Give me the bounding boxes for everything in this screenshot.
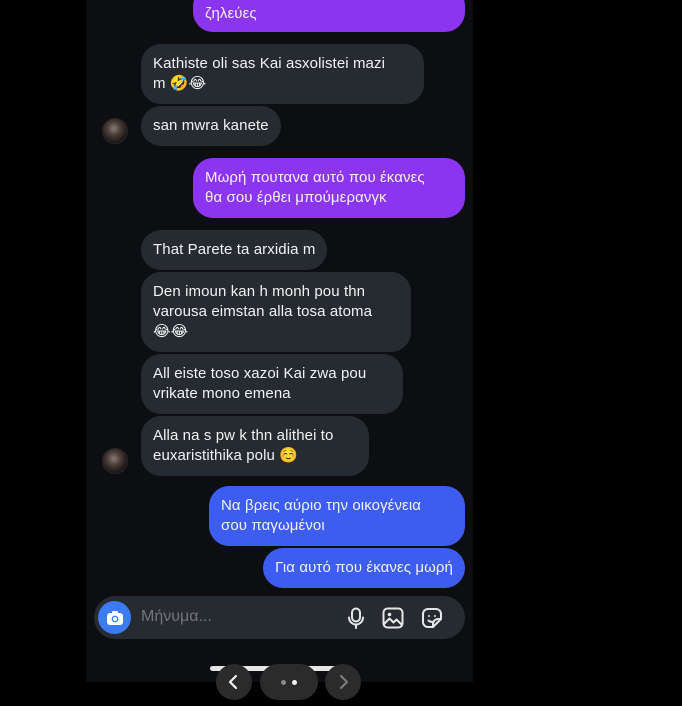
message-outgoing[interactable]: Μωρή πουτανα αυτό που έκανες θα σου έρθε… (193, 158, 465, 218)
camera-button[interactable] (98, 601, 131, 634)
message-text: Για αυτό που έκανες μωρή (275, 559, 453, 576)
message-outgoing[interactable]: ζηλεύες (193, 0, 465, 32)
message-text: Den imoun kan h monh pou thn (153, 283, 366, 300)
message-text: Kathiste oli sas Kai asxolistei mazi (153, 55, 386, 72)
message-outgoing[interactable]: Για αυτό που έκανες μωρή (263, 548, 465, 588)
chat-screen: ζηλεύες Kathiste oli sas Kai asxolistei … (86, 0, 473, 682)
message-text: euxaristithika polu ☺️ (153, 447, 299, 464)
message-text: All eiste toso xazoi Kai zwa pou (153, 365, 367, 382)
sticker-icon[interactable] (420, 606, 444, 630)
camera-icon (106, 610, 123, 625)
message-incoming[interactable]: Kathiste oli sas Kai asxolistei mazi m 🤣… (141, 44, 424, 104)
avatar[interactable] (102, 118, 128, 144)
message-incoming[interactable]: Den imoun kan h monh pou thn varousa eim… (141, 272, 411, 352)
message-incoming[interactable]: That Parete ta arxidia m (141, 230, 328, 270)
page-dot-active (292, 679, 297, 685)
next-button[interactable] (325, 664, 361, 700)
message-text: Μωρή πουτανα αυτό που έκανες (205, 169, 425, 186)
message-text: σου παγωμένοι (221, 517, 325, 534)
message-text: san mwra kanete (153, 117, 269, 134)
message-text: varousa eimstan alla tosa atoma (153, 303, 373, 320)
message-incoming[interactable]: Alla na s pw k thn alithei to euxaristit… (141, 416, 369, 476)
chevron-left-icon (228, 674, 238, 690)
message-composer (94, 596, 465, 639)
message-text: θα σου έρθει μπούμερανγκ (205, 189, 387, 206)
previous-button[interactable] (216, 664, 252, 700)
message-text: m 🤣😂 (153, 75, 207, 92)
message-text: 😂😂 (153, 323, 189, 340)
message-text: Alla na s pw k thn alithei to (153, 427, 334, 444)
chevron-right-icon (339, 674, 349, 690)
message-text: vrikate mono emena (153, 385, 291, 402)
message-incoming[interactable]: san mwra kanete (141, 106, 281, 146)
gallery-icon[interactable] (381, 606, 405, 630)
microphone-icon[interactable] (344, 606, 368, 630)
avatar[interactable] (102, 448, 128, 474)
page-indicator[interactable] (260, 664, 318, 700)
message-text: That Parete ta arxidia m (153, 241, 316, 258)
message-outgoing[interactable]: Να βρεις αύριο την οικογένεια σου παγωμέ… (209, 486, 465, 546)
message-incoming[interactable]: All eiste toso xazoi Kai zwa pou vrikate… (141, 354, 403, 414)
page-dot (281, 679, 286, 685)
message-text: Να βρεις αύριο την οικογένεια (221, 497, 422, 514)
message-text: ζηλεύες (205, 5, 257, 22)
message-input[interactable] (141, 608, 311, 626)
